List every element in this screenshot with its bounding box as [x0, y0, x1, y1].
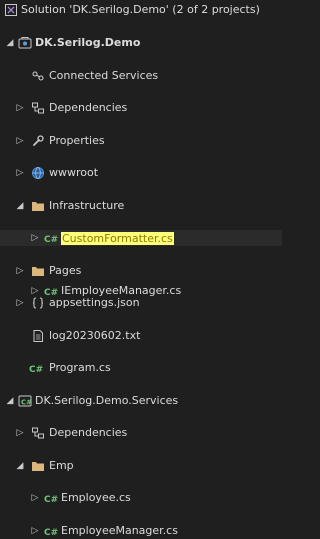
chevron-right-icon[interactable]: ▷ — [15, 165, 25, 181]
tree-item-label: Properties — [49, 133, 105, 147]
chevron-right-icon[interactable]: ▷ — [30, 283, 40, 299]
solution-icon — [4, 3, 18, 17]
svg-text:C#: C# — [44, 235, 58, 245]
tree-item-label: Infrastructure — [49, 198, 125, 212]
tree-item-customformatter[interactable]: ▷ C# CustomFormatter.cs — [0, 230, 282, 246]
tree-item-iemployee-manager[interactable]: ▷ C# IEmployeeManager.cs — [0, 283, 282, 299]
svg-text:C#: C# — [44, 288, 58, 298]
wrench-icon — [31, 134, 45, 148]
folder-icon — [31, 199, 45, 213]
tree-item-dependencies[interactable]: ▷ Dependencies — [0, 100, 282, 116]
text-file-icon — [31, 329, 45, 343]
tree-item-emp[interactable]: ◢ Emp — [0, 458, 282, 474]
folder-icon — [31, 264, 45, 278]
chevron-right-icon[interactable]: ▷ — [30, 230, 40, 246]
chevron-down-icon[interactable]: ◢ — [15, 198, 25, 214]
tree-item-label: Connected Services — [49, 68, 159, 82]
project-icon — [18, 36, 32, 50]
chevron-right-icon[interactable]: ▷ — [15, 100, 25, 116]
tree-item-label: Pages — [49, 263, 82, 277]
tree-item-label: Employee.cs — [61, 491, 131, 504]
chevron-right-icon[interactable]: ▷ — [15, 263, 25, 279]
chevron-right-icon[interactable]: ▷ — [15, 133, 25, 149]
tree-item-employee[interactable]: ▷ C# Employee.cs — [0, 490, 282, 506]
tree-item-label: DK.Serilog.Demo — [35, 36, 141, 49]
tree-item-project-services[interactable]: ◢ C# DK.Serilog.Demo.Services — [0, 393, 282, 409]
tree-item-log-file[interactable]: log20230602.txt — [0, 328, 282, 344]
csharp-file-icon: C# — [29, 361, 45, 375]
svg-text:C#: C# — [44, 495, 58, 505]
tree-item-label: Dependencies — [49, 101, 128, 114]
dependencies-icon — [31, 101, 45, 115]
chevron-down-icon[interactable]: ◢ — [5, 35, 15, 51]
tree-item-dependencies-services[interactable]: ▷ Dependencies — [0, 425, 282, 441]
csharp-file-icon: C# — [44, 284, 60, 298]
csharp-file-icon: C# — [44, 231, 60, 245]
tree-item-program[interactable]: C# Program.cs — [0, 360, 282, 376]
project-icon: C# — [18, 394, 32, 408]
svg-text:C#: C# — [29, 365, 43, 375]
folder-icon — [31, 459, 45, 473]
svg-text:C#: C# — [44, 528, 58, 538]
tree-item-label: Emp — [49, 458, 74, 472]
tree-item-wwwroot[interactable]: ▷ wwwroot — [0, 165, 282, 181]
tree-item-properties[interactable]: ▷ Properties — [0, 133, 282, 149]
chevron-right-icon[interactable]: ▷ — [30, 523, 40, 539]
dependencies-icon — [31, 426, 45, 440]
chevron-right-icon[interactable]: ▷ — [15, 425, 25, 441]
tree-item-label: IEmployeeManager.cs — [61, 284, 182, 297]
connected-services-icon — [31, 69, 45, 83]
tree-item-label: CustomFormatter.cs — [61, 231, 174, 245]
tree-item-label: wwwroot — [49, 166, 99, 179]
tree-item-employee-manager[interactable]: ▷ C# EmployeeManager.cs — [0, 523, 282, 539]
csharp-file-icon: C# — [44, 491, 60, 505]
tree-item-label: EmployeeManager.cs — [61, 523, 178, 537]
chevron-down-icon[interactable]: ◢ — [15, 458, 25, 474]
globe-icon — [31, 166, 45, 180]
csharp-file-icon: C# — [44, 524, 60, 538]
solution-node[interactable]: Solution 'DK.Serilog.Demo' (2 of 2 proje… — [0, 2, 282, 18]
svg-text:C#: C# — [21, 398, 32, 406]
chevron-down-icon[interactable]: ◢ — [5, 393, 15, 409]
chevron-right-icon[interactable]: ▷ — [30, 490, 40, 506]
tree-item-label: Dependencies — [49, 426, 128, 439]
tree-item-label: DK.Serilog.Demo.Services — [35, 393, 179, 407]
tree-item-label: Program.cs — [49, 361, 111, 374]
tree-item-label: log20230602.txt — [49, 328, 141, 342]
tree-item-pages[interactable]: ▷ Pages — [0, 263, 282, 279]
tree-item-connected-services[interactable]: Connected Services — [0, 68, 282, 84]
tree-item-project-demo[interactable]: ◢ DK.Serilog.Demo — [0, 35, 282, 51]
solution-label: Solution 'DK.Serilog.Demo' (2 of 2 proje… — [21, 3, 260, 16]
solution-explorer-tree: Solution 'DK.Serilog.Demo' (2 of 2 proje… — [0, 0, 282, 538]
tree-item-infrastructure[interactable]: ◢ Infrastructure — [0, 198, 282, 214]
